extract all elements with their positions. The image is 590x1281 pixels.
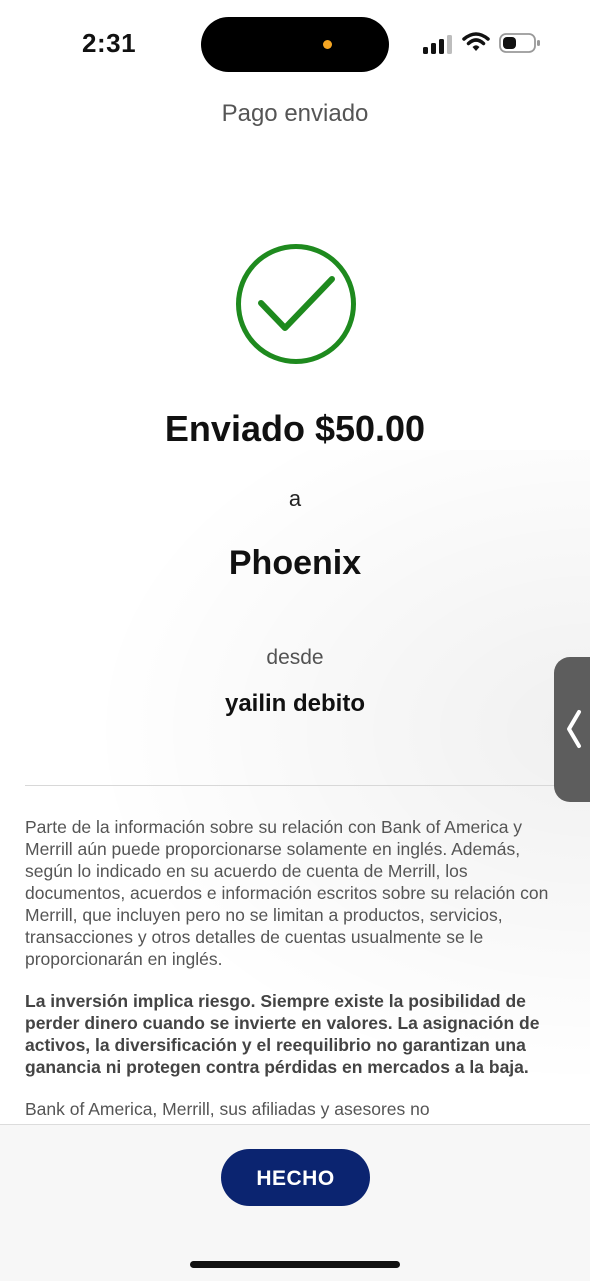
from-label: desde	[266, 646, 324, 669]
from-account-name: yailin debito	[224, 690, 365, 717]
disclosure-risk-text: La inversión implica riesgo. Siempre exi…	[25, 991, 540, 1077]
disclosure-section[interactable]: Parte de la información sobre su relació…	[25, 816, 570, 1121]
page-title: Pago enviado	[221, 100, 369, 127]
chevron-left-icon	[567, 710, 581, 748]
cellular-signal-icon	[423, 35, 452, 54]
dynamic-island	[201, 17, 389, 72]
checkmark-circle-icon	[236, 244, 356, 364]
done-button[interactable]: HECHO	[221, 1149, 370, 1206]
sent-amount-title: Enviado $50.00	[164, 408, 426, 449]
side-panel-handle[interactable]	[554, 657, 590, 802]
privacy-indicator-dot	[323, 40, 332, 49]
wifi-icon	[462, 32, 490, 51]
home-indicator[interactable]	[190, 1261, 400, 1268]
disclosure-affiliates-text: Bank of America, Merrill, sus afiliadas …	[25, 1099, 430, 1119]
bottom-action-bar: HECHO	[0, 1124, 590, 1281]
status-time: 2:31	[82, 28, 137, 58]
to-label: a	[288, 486, 302, 511]
battery-icon	[499, 33, 540, 53]
disclosure-language-text: Parte de la información sobre su relació…	[25, 817, 549, 969]
status-bar: 2:31	[0, 0, 590, 90]
divider	[25, 785, 565, 786]
recipient-name: Phoenix	[228, 544, 362, 582]
